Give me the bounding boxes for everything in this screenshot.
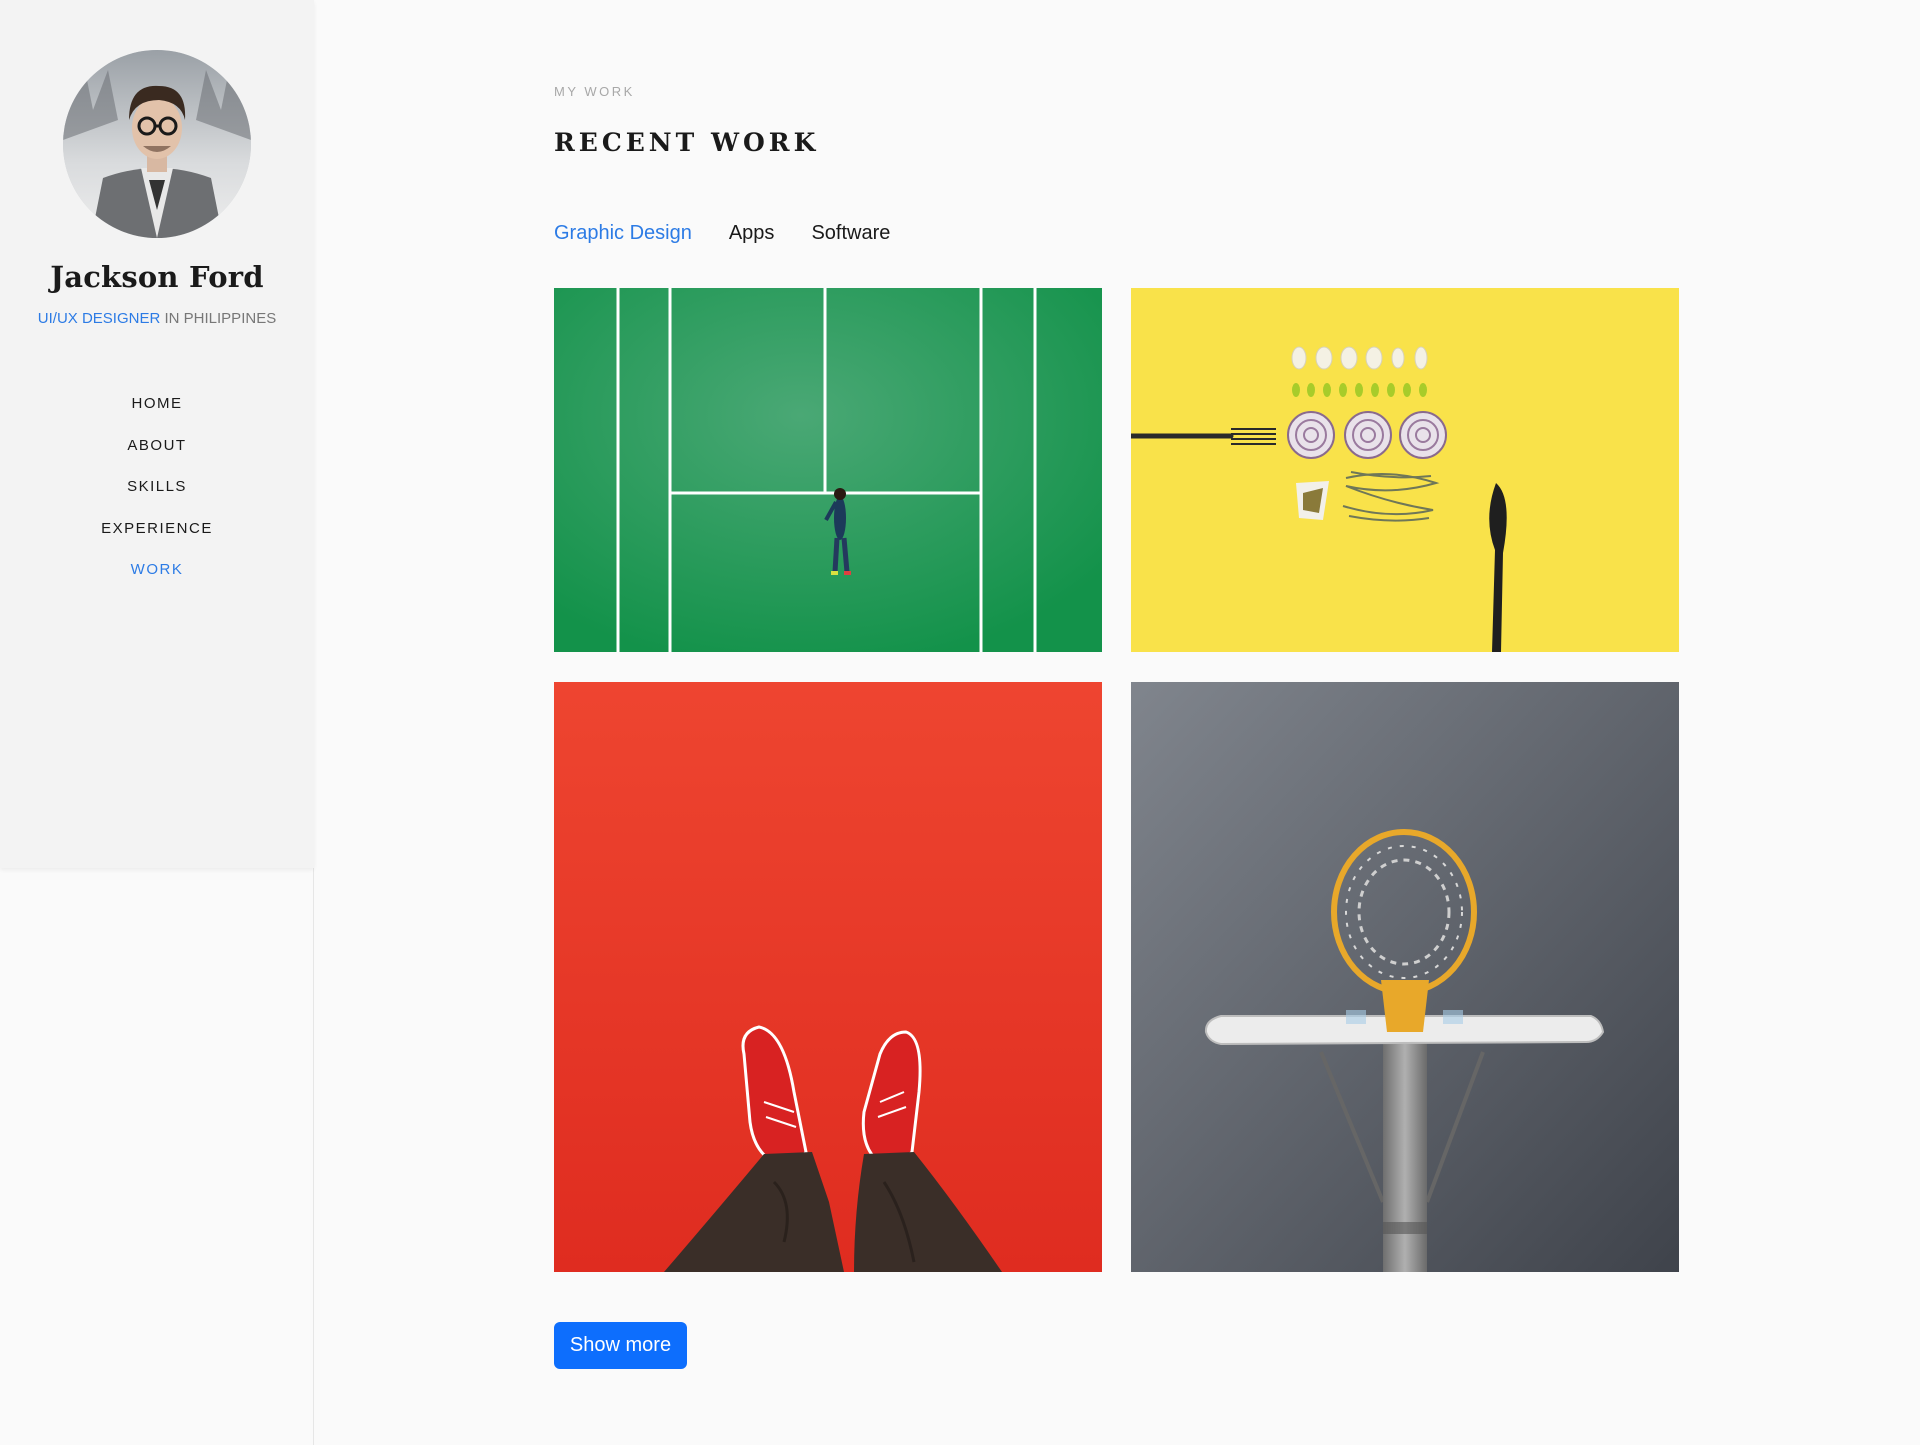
section-eyebrow: MY WORK bbox=[554, 84, 635, 99]
nav-item-skills[interactable]: SKILLS bbox=[0, 475, 314, 517]
nav-item-home[interactable]: HOME bbox=[0, 392, 314, 434]
nav-item-experience[interactable]: EXPERIENCE bbox=[0, 517, 314, 559]
sidebar: Jackson Ford UI/UX DESIGNER IN PHILIPPIN… bbox=[0, 0, 314, 868]
profile-name: Jackson Ford bbox=[50, 260, 264, 294]
show-more-button[interactable]: Show more bbox=[554, 1322, 687, 1369]
avatar bbox=[63, 50, 251, 238]
tab-graphic-design[interactable]: Graphic Design bbox=[554, 222, 692, 245]
tab-apps[interactable]: Apps bbox=[729, 222, 775, 245]
sidebar-nav: HOME ABOUT SKILLS EXPERIENCE WORK bbox=[0, 392, 314, 600]
filter-tabs: Graphic Design Apps Software bbox=[554, 222, 890, 245]
tennis-court-image bbox=[554, 288, 1102, 652]
profile-role-title: UI/UX DESIGNER bbox=[37, 310, 161, 327]
section-title: RECENT WORK bbox=[554, 128, 820, 157]
basketball-hoop-image bbox=[1131, 682, 1679, 1272]
red-sneakers-image bbox=[554, 682, 1102, 1272]
gallery-item-tennis-court[interactable] bbox=[554, 288, 1102, 652]
food-flatlay-image bbox=[1131, 288, 1679, 652]
gallery-item-basketball-hoop[interactable] bbox=[1131, 682, 1679, 1272]
tab-software[interactable]: Software bbox=[811, 222, 890, 245]
profile-role-location: IN PHILIPPINES bbox=[160, 310, 277, 327]
nav-item-about[interactable]: ABOUT bbox=[0, 434, 314, 476]
gallery-item-red-sneakers[interactable] bbox=[554, 682, 1102, 1272]
gallery-item-food-flatlay[interactable] bbox=[1131, 288, 1679, 652]
profile-role: UI/UX DESIGNER IN PHILIPPINES bbox=[0, 310, 314, 327]
nav-item-work[interactable]: WORK bbox=[0, 558, 314, 600]
avatar-photo bbox=[63, 50, 251, 238]
